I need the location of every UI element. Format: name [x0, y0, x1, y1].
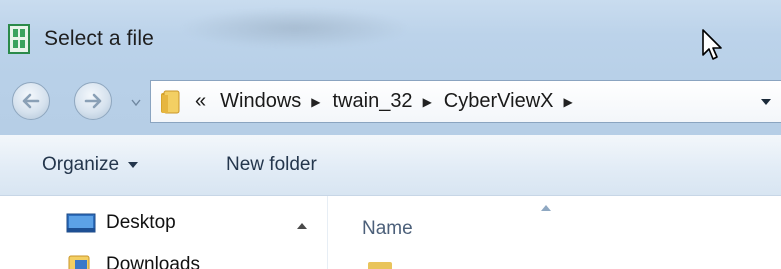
scroll-up-arrow-icon[interactable] — [296, 222, 308, 230]
navigation-pane: Desktop Downloads — [0, 196, 320, 269]
forward-button[interactable] — [74, 82, 112, 120]
navigation-bar: « Windows ▶ twain_32 ▶ CyberViewX ▶ — [0, 78, 781, 135]
triangle-right-icon[interactable]: ▶ — [563, 95, 572, 109]
sort-ascending-icon — [541, 205, 551, 211]
pane-divider[interactable] — [327, 196, 328, 269]
downloads-folder-icon — [68, 255, 90, 269]
chevron-down-icon — [131, 99, 141, 106]
nav-item-desktop[interactable]: Desktop — [66, 206, 176, 240]
forward-arrow-icon — [84, 93, 102, 109]
command-toolbar: Organize New folder — [0, 135, 781, 196]
desktop-icon — [66, 213, 96, 233]
breadcrumb-item-windows[interactable]: Windows — [220, 90, 301, 113]
breadcrumb-item-twain32[interactable]: twain_32 — [333, 90, 413, 113]
breadcrumb: « Windows ▶ twain_32 ▶ CyberViewX ▶ — [195, 81, 585, 122]
caret-down-icon — [128, 162, 139, 168]
new-folder-button[interactable]: New folder — [226, 135, 317, 195]
mouse-pointer-icon — [702, 29, 722, 60]
title-bar-glass-blur — [180, 8, 410, 48]
column-header-name[interactable]: Name — [362, 218, 413, 240]
new-folder-label: New folder — [226, 154, 317, 175]
content-area: Desktop Downloads Name — [0, 196, 781, 269]
triangle-right-icon[interactable]: ▶ — [423, 95, 432, 109]
breadcrumb-item-cyberviewx[interactable]: CyberViewX — [444, 90, 554, 113]
organize-button[interactable]: Organize — [42, 135, 139, 195]
breadcrumb-overflow-button[interactable]: « — [195, 90, 206, 113]
nav-item-label: Desktop — [106, 212, 176, 233]
dialog-app-icon — [8, 24, 30, 54]
back-arrow-icon — [22, 93, 40, 109]
folder-icon — [368, 262, 392, 269]
organize-label: Organize — [42, 154, 120, 175]
folder-icon — [161, 90, 180, 114]
chevron-down-icon[interactable] — [759, 97, 773, 107]
triangle-right-icon[interactable]: ▶ — [311, 95, 320, 109]
back-button[interactable] — [12, 82, 50, 120]
nav-item-downloads[interactable]: Downloads — [66, 248, 200, 269]
address-bar[interactable]: « Windows ▶ twain_32 ▶ CyberViewX ▶ — [150, 80, 781, 123]
nav-item-label: Downloads — [106, 254, 200, 269]
recent-locations-dropdown[interactable] — [130, 97, 142, 107]
window-title: Select a file — [44, 27, 154, 50]
title-bar: Select a file — [0, 0, 781, 78]
